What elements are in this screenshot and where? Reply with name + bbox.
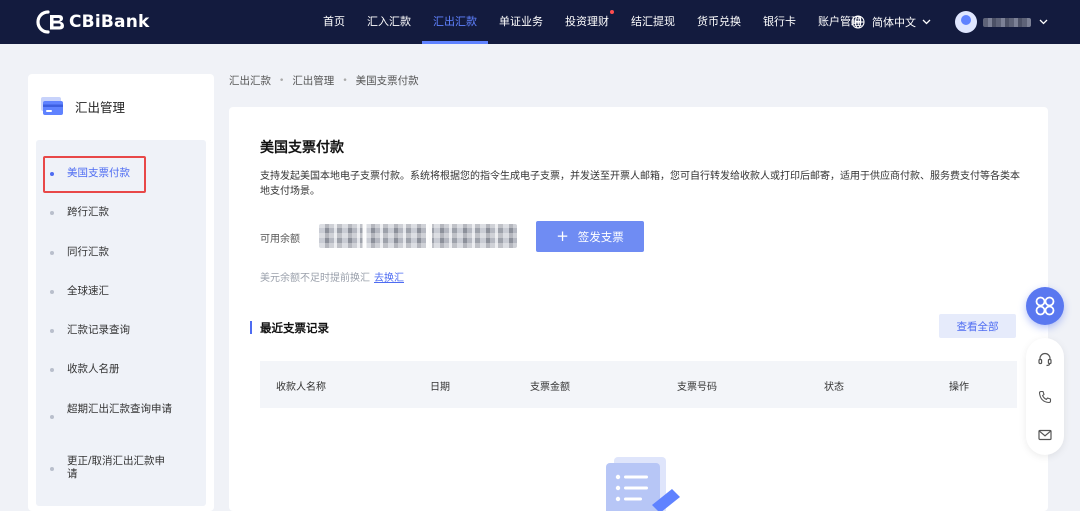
brand-logo[interactable]: CBiBank <box>34 8 150 36</box>
mail-icon <box>1038 429 1052 441</box>
sidebar-title: 汇出管理 <box>75 99 126 115</box>
section-marker <box>250 321 252 334</box>
sidebar-item-label: 同行汇款 <box>67 246 109 258</box>
nav-item-bank-card[interactable]: 银行卡 <box>752 0 807 44</box>
bullet-icon <box>50 415 54 419</box>
page-title: 美国支票付款 <box>260 140 344 156</box>
sidebar-item-label: 超期汇出汇款查询申请 <box>67 403 172 415</box>
sidebar-item-label: 跨行汇款 <box>67 206 109 218</box>
brand-name: CBiBank <box>69 12 150 32</box>
nav-item-currency-exchange[interactable]: 货币兑换 <box>686 0 752 44</box>
bullet-icon <box>50 290 54 294</box>
customer-service-button[interactable] <box>1026 340 1064 378</box>
highlight-box <box>43 156 146 193</box>
exchange-link[interactable]: 去换汇 <box>374 273 404 284</box>
avatar <box>955 11 977 33</box>
top-navbar: CBiBank 首页 汇入汇款 汇出汇款 单证业务 投资理财 结汇提现 货币兑换… <box>0 0 1080 44</box>
plus-icon: + <box>556 227 569 245</box>
apps-grid-icon <box>1035 296 1055 316</box>
breadcrumb: 汇出汇款 • 汇出管理 • 美国支票付款 <box>229 73 419 88</box>
chevron-down-icon <box>1039 19 1048 25</box>
main-panel: 美国支票付款 支持发起美国本地电子支票付款。系统将根据您的指令生成电子支票，并发… <box>229 107 1048 511</box>
breadcrumb-item[interactable]: 汇出汇款 <box>229 73 271 88</box>
empty-state-illustration-icon <box>606 457 680 511</box>
nav-item-investment-label: 投资理财 <box>565 15 609 28</box>
chevron-down-icon <box>922 19 931 25</box>
column-header-check-number: 支票号码 <box>677 382 717 393</box>
breadcrumb-item-current: 美国支票付款 <box>355 75 419 87</box>
sidebar-item-label: 全球速汇 <box>67 285 109 297</box>
floating-toolbar <box>1026 338 1064 455</box>
view-all-button[interactable]: 查看全部 <box>939 314 1016 338</box>
username-blurred <box>983 17 1031 27</box>
bullet-icon <box>50 467 54 471</box>
exchange-hint: 美元余额不足时提前换汇 去换汇 <box>260 269 404 284</box>
column-header-payee: 收款人名称 <box>276 382 326 393</box>
bullet-icon <box>50 211 54 215</box>
bullet-icon <box>50 251 54 255</box>
nav-item-inward-remittance[interactable]: 汇入汇款 <box>356 0 422 44</box>
bullet-icon <box>50 368 54 372</box>
sidebar-item-label: 更正/取消汇出汇款申请 <box>67 455 166 480</box>
card-icon <box>41 97 63 115</box>
sidebar-item-label: 汇款记录查询 <box>67 324 130 336</box>
sidebar-menu: 美国支票付款 跨行汇款 同行汇款 全球速汇 汇款记录查询 收款人名册 超期汇出汇… <box>36 140 206 506</box>
language-selector[interactable]: 简体中文 <box>851 0 931 44</box>
nav-item-documents[interactable]: 单证业务 <box>488 0 554 44</box>
sidebar-item-label: 收款人名册 <box>67 363 120 375</box>
recent-checks-title: 最近支票记录 <box>260 321 329 335</box>
issue-check-button[interactable]: + 签发支票 <box>536 221 644 252</box>
column-header-actions: 操作 <box>949 382 969 393</box>
issue-check-label: 签发支票 <box>577 229 624 244</box>
balance-value-blurred <box>319 224 517 248</box>
notification-dot <box>610 10 614 14</box>
email-button[interactable] <box>1026 416 1064 454</box>
page-description: 支持发起美国本地电子支票付款。系统将根据您的指令生成电子支票，并发送至开票人邮箱… <box>260 171 1020 197</box>
sidebar-header: 汇出管理 <box>28 74 214 138</box>
nav-item-outward-remittance[interactable]: 汇出汇款 <box>422 0 488 44</box>
column-header-date: 日期 <box>430 382 450 393</box>
quick-menu-button[interactable] <box>1026 287 1064 325</box>
headset-icon <box>1038 352 1052 367</box>
breadcrumb-separator-icon: • <box>279 75 285 86</box>
nav-item-home[interactable]: 首页 <box>312 0 356 44</box>
balance-label: 可用余额 <box>260 234 300 245</box>
bullet-icon <box>50 329 54 333</box>
column-header-status: 状态 <box>824 382 844 393</box>
column-header-amount: 支票金额 <box>530 382 570 393</box>
breadcrumb-item[interactable]: 汇出管理 <box>292 73 334 88</box>
phone-button[interactable] <box>1026 378 1064 416</box>
cbibank-logo-icon <box>36 10 64 34</box>
nav-item-settlement[interactable]: 结汇提现 <box>620 0 686 44</box>
main-nav: 首页 汇入汇款 汇出汇款 单证业务 投资理财 结汇提现 货币兑换 银行卡 账户管… <box>312 0 873 44</box>
sidebar: 汇出管理 美国支票付款 跨行汇款 同行汇款 全球速汇 汇款记录查询 收款人名册 … <box>28 74 214 511</box>
language-label: 简体中文 <box>872 16 916 29</box>
nav-item-investment[interactable]: 投资理财 <box>554 0 620 44</box>
globe-icon <box>851 15 865 29</box>
table-header: 收款人名称 日期 支票金额 支票号码 状态 操作 <box>260 361 1017 408</box>
phone-icon <box>1038 390 1052 404</box>
exchange-hint-text: 美元余额不足时提前换汇 <box>260 273 370 284</box>
breadcrumb-separator-icon: • <box>342 75 348 86</box>
user-menu[interactable] <box>955 0 1048 44</box>
